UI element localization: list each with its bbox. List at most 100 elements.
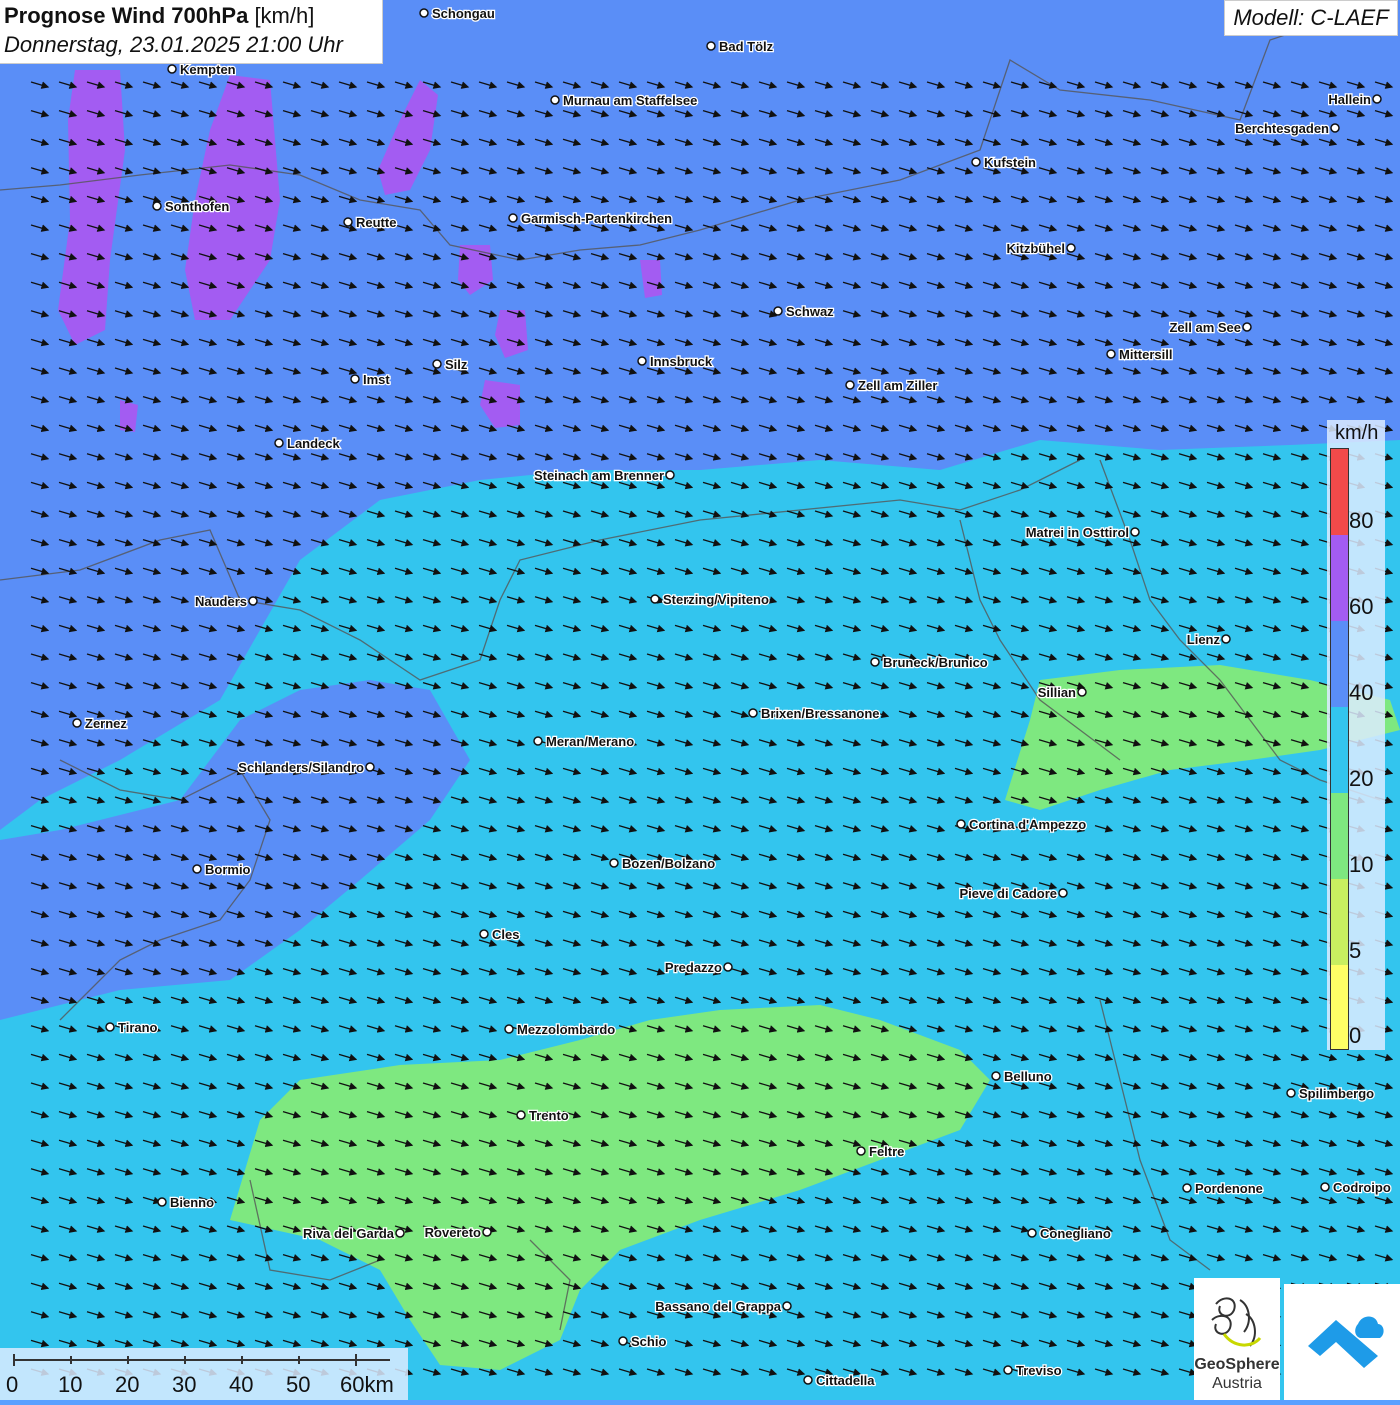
place-label: Silz [445, 357, 468, 372]
model-label: Modell: C-LAEF [1224, 0, 1398, 36]
place-label: Spilimbergo [1299, 1086, 1374, 1101]
place-marker [1130, 527, 1140, 537]
place-marker [845, 380, 855, 390]
scale-label-30: 30 [172, 1372, 197, 1397]
place-label: Tirano [118, 1020, 158, 1035]
place-marker [609, 858, 619, 868]
scale-label-40: 40 [229, 1372, 254, 1397]
place-marker [482, 1227, 492, 1237]
legend-tick-40: 40 [1349, 680, 1374, 705]
place-marker [803, 1375, 813, 1385]
place-label: Schio [631, 1334, 666, 1349]
place-label: Zell am Ziller [858, 378, 937, 393]
place-label: Riva del Garda [303, 1226, 395, 1241]
place-label: Bruneck/Brunico [883, 655, 988, 670]
place-label: Bienno [170, 1195, 214, 1210]
place-label: Mezzolombardo [517, 1022, 615, 1037]
place-marker [350, 374, 360, 384]
title-box: Prognose Wind 700hPa [km/h] Donnerstag, … [0, 0, 383, 64]
legend-unit: km/h [1335, 422, 1379, 444]
place-marker [782, 1301, 792, 1311]
scale-label-0: 0 [6, 1372, 19, 1397]
place-marker [723, 962, 733, 972]
place-marker [1077, 687, 1087, 697]
place-label: Treviso [1016, 1363, 1062, 1378]
scale-bar-line [13, 1354, 390, 1366]
place-label: Bormio [205, 862, 251, 877]
place-label: Garmisch-Partenkirchen [521, 211, 672, 226]
legend-seg-5 [1331, 879, 1348, 965]
map-title-unit: [km/h] [254, 3, 315, 28]
place-marker [419, 8, 429, 18]
place-label: Sillian [1038, 685, 1076, 700]
place-marker [618, 1336, 628, 1346]
scale-label-50: 50 [286, 1372, 311, 1397]
legend-tick-60: 60 [1349, 594, 1374, 619]
place-marker [991, 1071, 1001, 1081]
place-label: Lienz [1187, 632, 1221, 647]
place-marker [192, 864, 202, 874]
place-marker [1330, 123, 1340, 133]
place-label: Sterzing/Vipiteno [663, 592, 769, 607]
app-logo[interactable] [1284, 1284, 1400, 1400]
place-label: Zernez [85, 716, 127, 731]
geosphere-logo[interactable]: GeoSphere Austria [1194, 1278, 1280, 1400]
legend-tick-10: 10 [1349, 852, 1374, 877]
place-marker [1320, 1182, 1330, 1192]
place-marker [1066, 243, 1076, 253]
place-marker [508, 213, 518, 223]
place-label: Pordenone [1195, 1181, 1263, 1196]
scale-label-60km: 60km [340, 1372, 394, 1397]
scale-label-10: 10 [58, 1372, 83, 1397]
place-marker [971, 157, 981, 167]
place-label: Mittersill [1119, 347, 1172, 362]
place-label: Cittadella [816, 1373, 875, 1388]
place-label: Pieve di Cadore [959, 886, 1057, 901]
map-subtitle: Donnerstag, 23.01.2025 21:00 Uhr [4, 32, 343, 57]
place-marker [1027, 1228, 1037, 1238]
place-label: Berchtesgaden [1235, 121, 1329, 136]
place-marker [650, 594, 660, 604]
place-marker [870, 657, 880, 667]
place-label: Sonthofen [165, 199, 229, 214]
place-marker [72, 718, 82, 728]
place-label: Kufstein [984, 155, 1036, 170]
place-label: Bad Tölz [719, 39, 774, 54]
scale-bar: 0 10 20 30 40 50 60km [0, 1348, 408, 1400]
legend-seg-4 [1331, 793, 1348, 879]
place-label: Bassano del Grappa [655, 1299, 781, 1314]
place-label: Predazzo [665, 960, 722, 975]
place-label: Kempten [180, 62, 236, 77]
place-label: Schlanders/Silandro [238, 760, 364, 775]
legend-seg-2 [1331, 621, 1348, 707]
place-label: Nauders [195, 594, 247, 609]
legend-bar [1330, 448, 1349, 1050]
place-marker [152, 201, 162, 211]
geosphere-logo-icon [1211, 1297, 1262, 1347]
scale-label-20: 20 [115, 1372, 140, 1397]
place-label: Meran/Merano [546, 734, 634, 749]
place-label: Rovereto [425, 1225, 481, 1240]
legend-seg-6 [1331, 965, 1348, 1049]
place-label: Conegliano [1040, 1226, 1111, 1241]
place-label: Reutte [356, 215, 396, 230]
place-label: Trento [529, 1108, 569, 1123]
place-label: Schongau [432, 6, 495, 21]
place-marker [395, 1228, 405, 1238]
place-marker [504, 1024, 514, 1034]
geosphere-line1: GeoSphere [1194, 1356, 1280, 1373]
legend-seg-0 [1331, 449, 1348, 535]
place-label: Steinach am Brenner [534, 468, 664, 483]
place-marker [550, 95, 560, 105]
legend-tick-20: 20 [1349, 766, 1374, 791]
place-marker [1221, 634, 1231, 644]
place-label: Cles [492, 927, 519, 942]
place-label: Belluno [1004, 1069, 1052, 1084]
wind-map[interactable]: Schongau Bad Tölz Kempten Murnau am Staffel… [0, 0, 1400, 1400]
place-marker [1242, 322, 1252, 332]
app-logo-icon [1308, 1316, 1384, 1368]
map-title: Prognose Wind 700hPa [4, 3, 249, 28]
geosphere-line2: Austria [1212, 1375, 1262, 1392]
place-marker [167, 64, 177, 74]
place-marker [1372, 94, 1382, 104]
